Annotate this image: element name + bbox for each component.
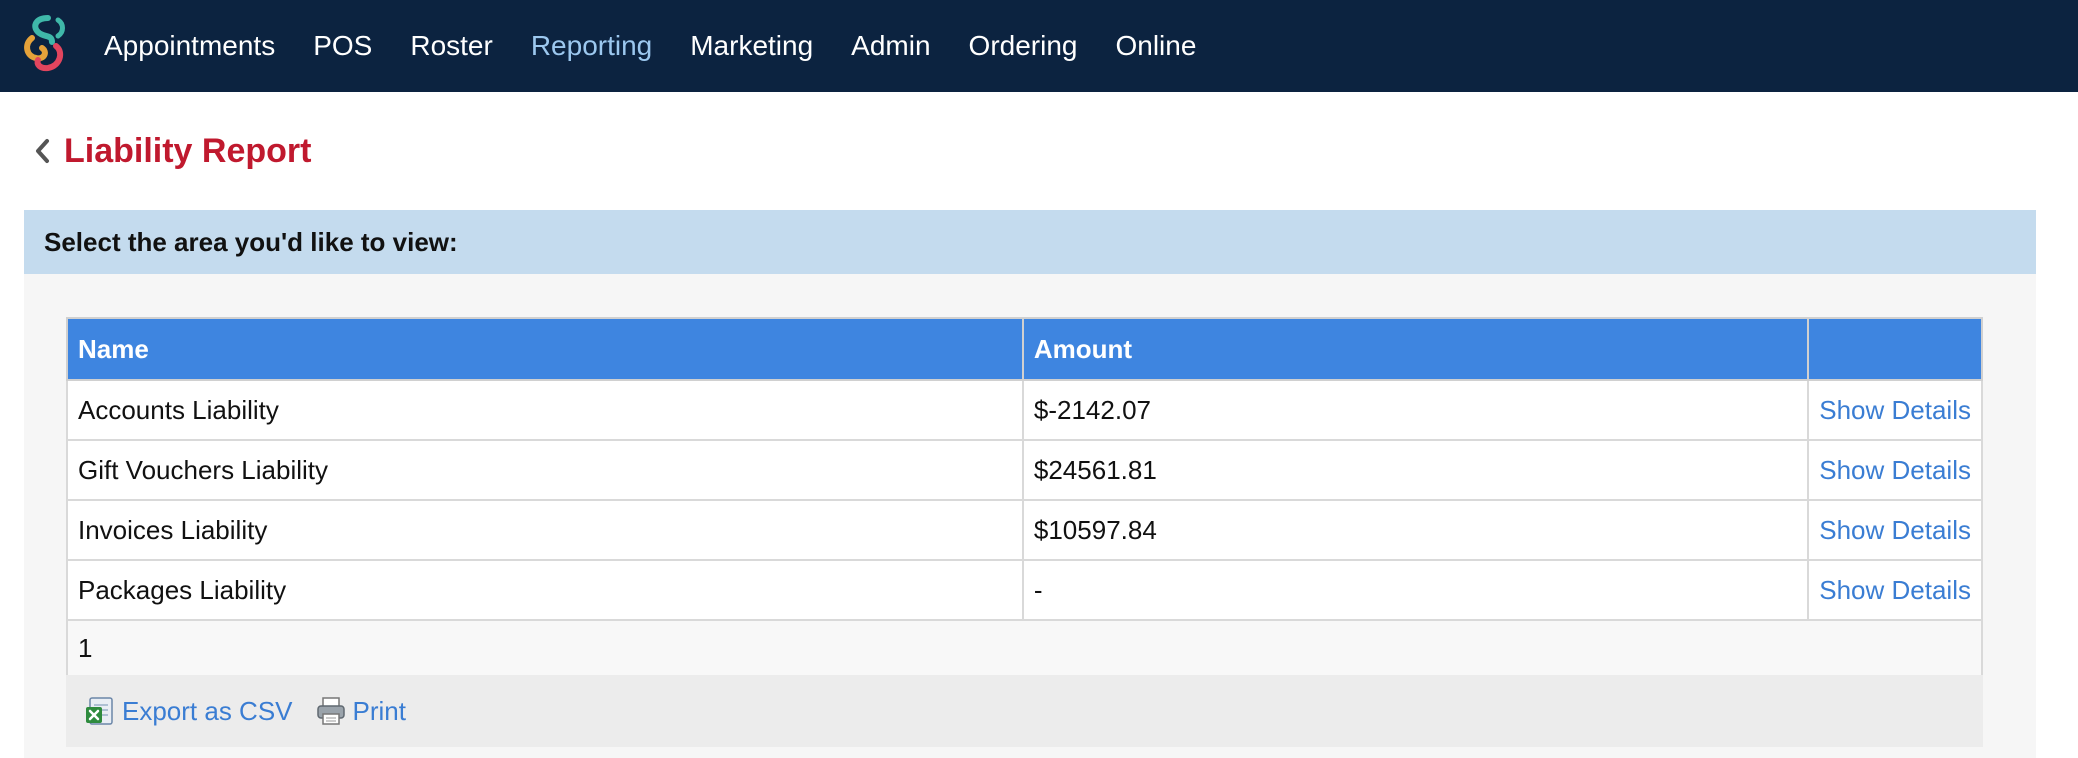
cell-amount: - xyxy=(1021,559,1810,621)
print-button[interactable]: Print xyxy=(315,695,406,727)
printer-icon xyxy=(315,695,347,727)
column-header-action xyxy=(1807,317,1983,381)
export-csv-button[interactable]: Export as CSV xyxy=(84,695,293,727)
cell-amount: $-2142.07 xyxy=(1021,379,1810,441)
top-nav-bar: Appointments POS Roster Reporting Market… xyxy=(0,0,2078,92)
print-label: Print xyxy=(352,695,406,726)
report-panel: Select the area you'd like to view: Name… xyxy=(24,210,2036,758)
spreadsheet-icon xyxy=(84,695,116,727)
table-row: Packages Liability - Show Details xyxy=(66,559,1983,621)
pager-row: 1 xyxy=(66,619,1983,677)
title-row: Liability Report xyxy=(30,126,311,176)
nav-item-admin[interactable]: Admin xyxy=(851,30,930,62)
table-row: Gift Vouchers Liability $24561.81 Show D… xyxy=(66,439,1983,501)
main-nav: Appointments POS Roster Reporting Market… xyxy=(104,0,1234,92)
nav-item-roster[interactable]: Roster xyxy=(410,30,492,62)
show-details-link[interactable]: Show Details xyxy=(1819,515,1971,545)
chevron-left-icon[interactable] xyxy=(30,133,54,169)
show-details-link[interactable]: Show Details xyxy=(1819,455,1971,485)
table-row: Accounts Liability $-2142.07 Show Detail… xyxy=(66,379,1983,441)
page-number-link[interactable]: 1 xyxy=(78,633,92,663)
report-actions: Export as CSV Print xyxy=(66,675,1983,747)
nav-item-ordering[interactable]: Ordering xyxy=(969,30,1078,62)
nav-item-reporting[interactable]: Reporting xyxy=(531,30,652,62)
nav-item-appointments[interactable]: Appointments xyxy=(104,30,275,62)
cell-name: Accounts Liability xyxy=(66,379,1024,441)
nav-item-online[interactable]: Online xyxy=(1115,30,1196,62)
cell-name: Packages Liability xyxy=(66,559,1024,621)
column-header-name[interactable]: Name xyxy=(66,317,1024,381)
cell-amount: $10597.84 xyxy=(1021,499,1810,561)
column-header-amount[interactable]: Amount xyxy=(1021,317,1810,381)
liability-table: Name Amount Accounts Liability $-2142.07… xyxy=(66,317,1983,677)
app-logo-icon[interactable] xyxy=(18,12,72,74)
nav-item-pos[interactable]: POS xyxy=(313,30,372,62)
cell-name: Invoices Liability xyxy=(66,499,1024,561)
export-csv-label: Export as CSV xyxy=(122,695,293,726)
nav-item-marketing[interactable]: Marketing xyxy=(690,30,813,62)
show-details-link[interactable]: Show Details xyxy=(1819,395,1971,425)
table-header-row: Name Amount xyxy=(66,317,1983,381)
table-row: Invoices Liability $10597.84 Show Detail… xyxy=(66,499,1983,561)
cell-amount: $24561.81 xyxy=(1021,439,1810,501)
section-heading: Select the area you'd like to view: xyxy=(24,210,2036,274)
cell-name: Gift Vouchers Liability xyxy=(66,439,1024,501)
show-details-link[interactable]: Show Details xyxy=(1819,575,1971,605)
page-title: Liability Report xyxy=(64,131,312,170)
